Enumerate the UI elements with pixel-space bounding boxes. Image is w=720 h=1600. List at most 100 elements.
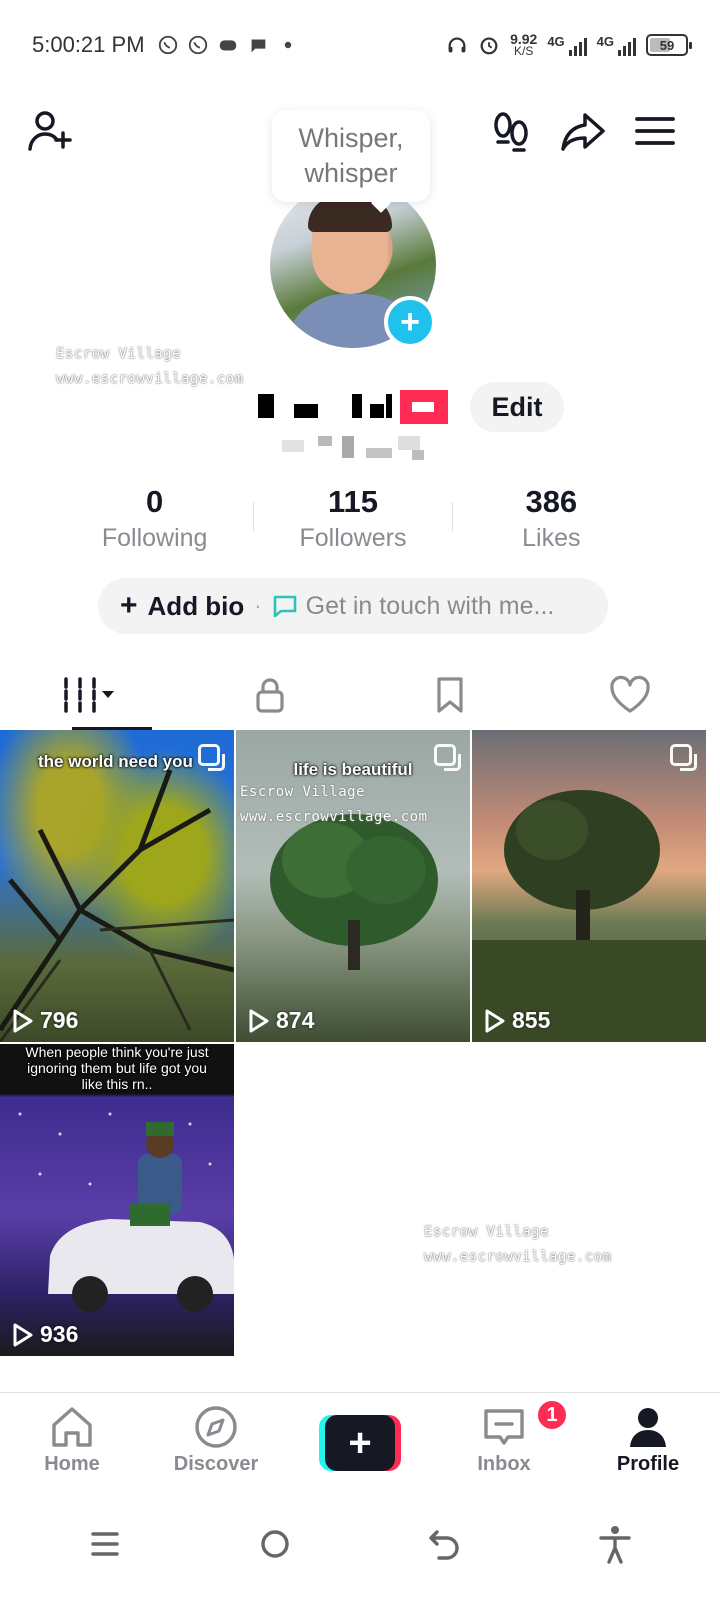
following-count: 0 — [146, 484, 164, 519]
add-avatar-button[interactable]: + — [384, 296, 436, 348]
nav-profile[interactable]: Profile — [576, 1393, 720, 1492]
signal-icon: 4G — [547, 34, 587, 56]
tooltip-line-2: whisper — [304, 158, 398, 188]
nav-home-label: Home — [44, 1453, 100, 1475]
tree-branches-image — [0, 769, 234, 1042]
profile-stats: 0 Following 115 Followers 386 Likes — [56, 484, 650, 554]
view-count: 874 — [248, 1007, 314, 1034]
headphones-icon — [448, 37, 466, 53]
bio-pill: + Add bio · Get in touch with me... — [98, 578, 608, 634]
whatsapp-business-icon — [188, 35, 207, 55]
profile-tabs — [0, 660, 720, 730]
stat-followers[interactable]: 115 Followers — [254, 484, 451, 554]
alarm-icon — [480, 37, 498, 55]
plus-icon: + — [325, 1415, 395, 1471]
inbox-icon — [484, 1409, 524, 1445]
message-icon — [273, 595, 296, 618]
sunset-tree-image — [472, 790, 706, 1042]
back-button[interactable] — [425, 1524, 465, 1569]
play-icon — [485, 1009, 505, 1032]
view-count-value: 796 — [40, 1007, 79, 1033]
system-navigation — [0, 1492, 720, 1600]
nav-home[interactable]: Home — [0, 1393, 144, 1492]
menu-icon — [635, 117, 675, 145]
home-icon — [52, 1407, 92, 1447]
heart-icon — [610, 675, 650, 713]
notification-icons — [157, 34, 299, 56]
add-friend-button[interactable] — [26, 106, 76, 156]
redacted-badge — [400, 390, 448, 424]
profile-views-button[interactable] — [486, 106, 536, 156]
profile-icon — [630, 1408, 666, 1447]
stat-likes[interactable]: 386 Likes — [453, 484, 650, 554]
nav-discover[interactable]: Discover — [144, 1393, 288, 1492]
multi-image-icon — [670, 744, 697, 771]
watermark: Escrow Village www.escrowvillage.com — [424, 1220, 612, 1270]
compass-icon — [195, 1406, 237, 1448]
profile-name-row: Edit — [0, 382, 720, 432]
tab-favorites[interactable] — [360, 660, 540, 730]
net-speed-unit: K/S — [514, 44, 534, 58]
add-bio-label: Add bio — [147, 590, 245, 621]
home-system-button[interactable] — [255, 1524, 295, 1569]
footprints-icon — [494, 112, 528, 152]
inbox-badge: 1 — [536, 1399, 568, 1431]
tab-liked[interactable] — [540, 660, 720, 730]
contact-button[interactable]: Get in touch with me... — [272, 591, 555, 621]
video-tile[interactable]: life is beautiful 874 — [236, 730, 470, 1042]
watermark-line-2: www.escrowvillage.com — [424, 1249, 612, 1265]
followers-label: Followers — [299, 524, 407, 552]
followers-count: 115 — [327, 484, 378, 519]
tab-videos[interactable] — [0, 660, 180, 730]
accessibility-button[interactable] — [595, 1524, 635, 1569]
net-speed: 9.92 K/S — [510, 32, 537, 58]
plus-icon: + — [400, 303, 420, 341]
network-type-2: 4G — [596, 34, 614, 49]
multi-image-icon — [198, 744, 225, 771]
whisper-tooltip[interactable]: Whisper, whisper — [272, 110, 430, 202]
bottom-navigation: Home Discover + Inbox 1 Profile — [0, 1392, 720, 1492]
share-icon — [561, 113, 605, 151]
multi-image-icon — [434, 744, 461, 771]
likes-label: Likes — [522, 524, 581, 552]
view-count: 936 — [12, 1321, 78, 1348]
watermark-line-1: Escrow Village — [424, 1224, 550, 1240]
recents-button[interactable] — [85, 1524, 125, 1569]
view-count: 855 — [484, 1007, 550, 1034]
view-count-value: 874 — [276, 1007, 315, 1033]
add-friend-icon — [28, 111, 72, 151]
accessibility-icon — [599, 1525, 631, 1564]
play-icon — [249, 1009, 269, 1032]
chat-bubble-icon — [250, 39, 265, 53]
nav-inbox-label: Inbox — [477, 1453, 531, 1475]
share-profile-button[interactable] — [558, 106, 608, 156]
create-button[interactable]: + — [319, 1415, 401, 1471]
status-bar: 5:00:21 PM 9.92 K/S 4G 4G 59 — [0, 0, 720, 90]
play-icon — [13, 1009, 33, 1032]
tab-private[interactable] — [180, 660, 360, 730]
battery-icon: 59 — [646, 34, 692, 56]
nav-profile-label: Profile — [616, 1453, 680, 1475]
bookmark-icon — [437, 677, 463, 713]
edit-profile-button[interactable]: Edit — [470, 382, 564, 432]
video-tile[interactable]: When people think you're just ignoring t… — [0, 1044, 234, 1356]
watermark-line-1: Escrow Village — [56, 346, 182, 362]
view-count-value: 936 — [40, 1321, 79, 1347]
plus-icon: + — [120, 589, 138, 622]
back-icon — [429, 1529, 459, 1560]
contact-label: Get in touch with me... — [305, 591, 555, 620]
video-tile[interactable]: 855 — [472, 730, 706, 1042]
nav-create[interactable]: + — [288, 1393, 432, 1492]
add-bio-button[interactable]: + Add bio — [120, 589, 244, 623]
likes-count: 386 — [525, 484, 578, 519]
nav-inbox[interactable]: Inbox 1 — [432, 1393, 576, 1492]
view-count: 796 — [12, 1007, 78, 1034]
video-tile[interactable]: the world need you 796 — [0, 730, 234, 1042]
status-time: 5:00:21 PM — [32, 32, 145, 57]
stat-following[interactable]: 0 Following — [56, 484, 253, 554]
menu-button[interactable] — [630, 106, 680, 156]
recents-icon — [91, 1531, 119, 1556]
video-caption: When people think you're just ignoring t… — [25, 1044, 209, 1092]
play-icon — [13, 1323, 33, 1346]
view-count-value: 855 — [512, 1007, 551, 1033]
